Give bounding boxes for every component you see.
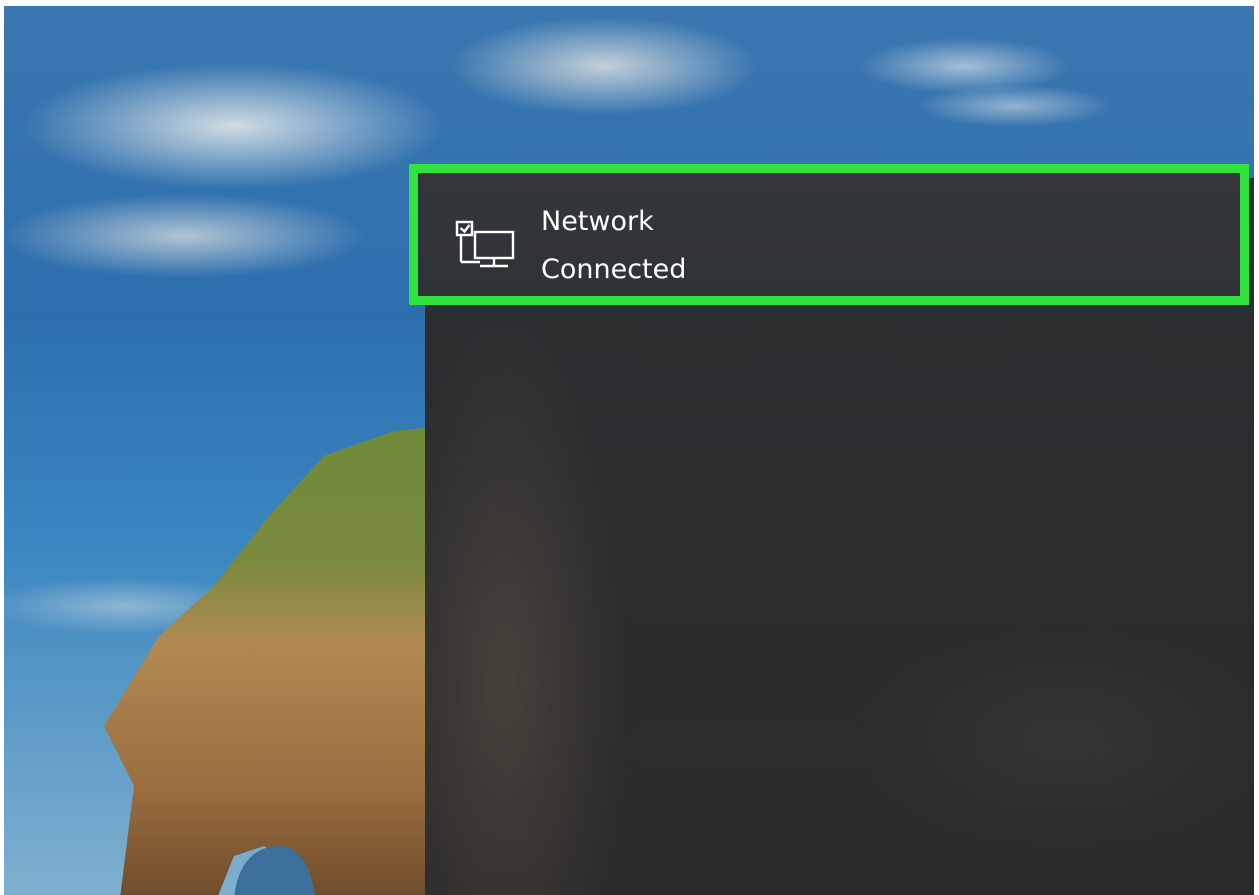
network-title: Network (541, 206, 654, 237)
network-status-text: Connected (541, 254, 687, 285)
desktop-screen: Network Connected (4, 6, 1254, 895)
wired-network-pc-icon (455, 220, 515, 268)
network-tile-text: Network Connected (541, 198, 686, 294)
rock-formation (104, 426, 484, 895)
network-status-tile[interactable]: Network Connected (409, 164, 1249, 305)
